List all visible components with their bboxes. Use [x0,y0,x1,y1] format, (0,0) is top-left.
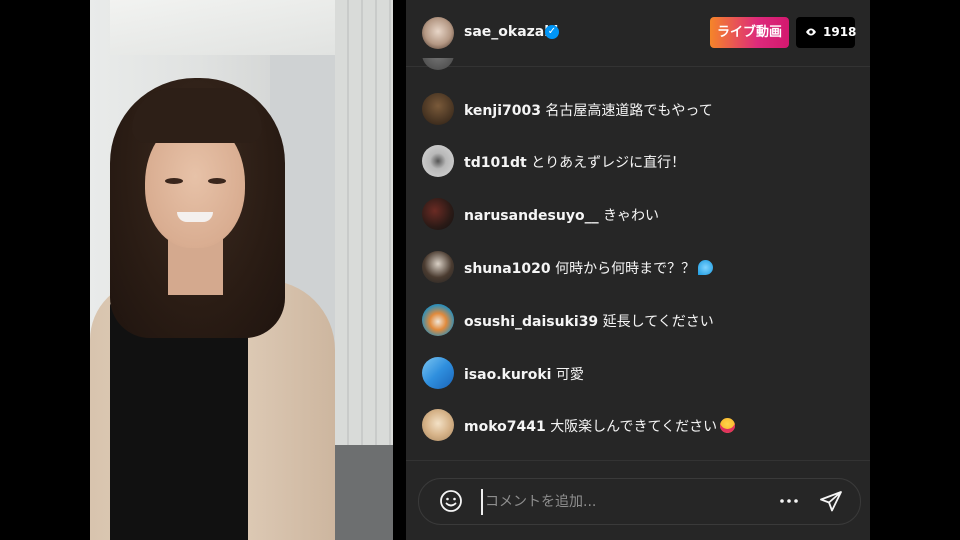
more-horizontal-icon[interactable] [777,489,801,513]
streamer-avatar[interactable] [422,17,454,49]
comment-username[interactable]: osushi_daisuki39 [464,314,598,330]
comment-username[interactable]: moko7441 [464,419,546,435]
comment-text: 何時から何時まで？？ [555,261,696,277]
video-window-blinds [335,0,393,450]
commenter-avatar[interactable] [422,93,454,125]
comment-item: moko7441 大阪楽しんできてください [422,408,862,442]
viewer-count-badge: 1918 [796,17,857,48]
live-chat-panel: sae_okazaki ✓ ライブ動画 1918 kenji7003 名古屋高速… [406,0,870,540]
comment-item: isao.kuroki 可愛 [422,356,862,390]
comment-text: 可愛 [555,367,584,383]
comment-username[interactable]: isao.kuroki [464,367,551,383]
comment-item: td101dt とりあえずレジに直行！ [422,144,862,178]
comment-text: 名古屋高速道路でもやって [545,103,713,119]
comment-username[interactable]: td101dt [464,155,527,171]
comment-input[interactable] [481,489,767,515]
commenter-avatar[interactable] [422,304,454,336]
commenter-avatar[interactable] [422,409,454,441]
eye-icon [806,28,816,36]
live-badge: ライブ動画 [710,17,789,48]
comment-text: きゃわい [603,208,660,224]
live-video[interactable] [90,0,393,540]
commenter-avatar[interactable] [422,357,454,389]
comment-item: kenji7003 名古屋高速道路でもやって [422,92,862,126]
commenter-avatar[interactable] [422,198,454,230]
comment-text: 大阪楽しんできてください [550,419,718,435]
sweat-droplets-emoji [698,260,714,275]
comment-username[interactable]: kenji7003 [464,103,541,119]
verified-badge-icon: ✓ [545,25,559,39]
star-struck-emoji [720,418,736,433]
scrolled-comment-avatar [422,58,454,70]
comment-username[interactable]: narusandesuyo__ [464,208,599,224]
comment-item: osushi_daisuki39 延長してください [422,303,862,337]
smiley-icon[interactable] [439,489,463,513]
commenter-avatar[interactable] [422,251,454,283]
comment-text: 延長してください [602,314,714,330]
comment-item: shuna1020 何時から何時まで？？ [422,250,862,284]
send-icon[interactable] [819,489,843,513]
stream-header: sae_okazaki ✓ ライブ動画 1918 [406,0,870,67]
comment-composer [418,478,861,525]
composer-divider [406,460,870,461]
comment-text: とりあえずレジに直行！ [531,155,686,171]
comment-item: narusandesuyo__ きゃわい [422,197,862,231]
viewer-count: 1918 [823,25,857,39]
comment-username[interactable]: shuna1020 [464,261,551,277]
commenter-avatar[interactable] [422,145,454,177]
